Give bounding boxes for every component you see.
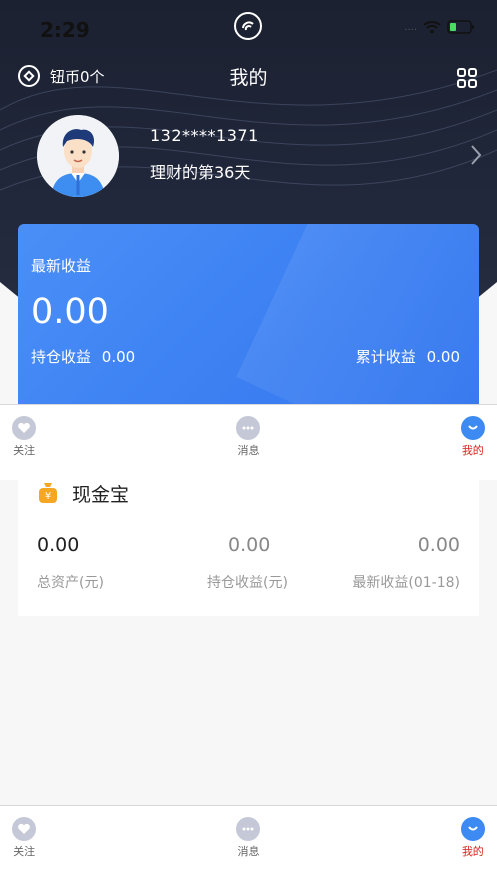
income-card[interactable]: 最新收益 0.00 持仓收益 0.00 累计收益 0.00 [18, 224, 479, 406]
page-title: 我的 [229, 67, 268, 89]
total-assets-label: 总资产(元) [37, 575, 104, 591]
money-bag-icon: ¥ [39, 483, 57, 503]
tab-label: 消息 [237, 845, 260, 858]
tab-follow[interactable]: 关注 [0, 405, 136, 480]
fund-card[interactable]: ¥ 现金宝 0.00 总资产(元) 0.00 持仓收益(元) 0.00 最新收益… [18, 480, 479, 616]
chevron-right-icon[interactable] [469, 144, 483, 166]
profile-icon [460, 817, 485, 841]
avatar-illustration [37, 115, 119, 197]
tab-bar: 关注 消息 我的 [0, 805, 497, 883]
latest-income-label: 最新收益(01-18) [352, 575, 460, 591]
investing-days: 理财的第36天 [150, 163, 251, 182]
tab-label: 消息 [237, 444, 260, 457]
tab-messages[interactable]: 消息 [136, 806, 360, 883]
holding-value: 0.00 [228, 534, 271, 556]
total-income: 累计收益 0.00 [356, 346, 460, 367]
holding-income: 持仓收益 0.00 [31, 346, 135, 367]
chat-icon [236, 817, 261, 841]
tab-label: 我的 [461, 845, 484, 858]
heart-icon [12, 416, 37, 440]
status-time: 2:29 [40, 18, 90, 42]
tab-label: 我的 [461, 444, 484, 457]
holding-value: 0.00 [101, 348, 136, 366]
grid-menu-icon[interactable] [457, 68, 477, 88]
income-value: 0.00 [31, 292, 109, 332]
tab-bar-overlay: 关注 消息 我的 [0, 404, 497, 480]
fund-name: 现金宝 [72, 484, 130, 506]
holding-label: 持仓收益(元) [207, 575, 288, 591]
tab-messages[interactable]: 消息 [136, 405, 360, 480]
battery-icon [447, 20, 474, 34]
app-logo-icon [234, 12, 262, 40]
tab-label: 关注 [13, 845, 36, 858]
wifi-icon [423, 21, 441, 34]
heart-icon [12, 817, 37, 841]
avatar[interactable] [37, 115, 119, 197]
total-label: 累计收益 [355, 348, 416, 366]
tab-label: 关注 [13, 444, 36, 457]
income-label: 最新收益 [31, 257, 92, 275]
tab-mine[interactable]: 我的 [361, 806, 497, 883]
signal-dots: .... [404, 21, 417, 33]
profile-icon [460, 416, 485, 440]
user-phone: 132****1371 [150, 126, 259, 145]
tab-follow[interactable]: 关注 [0, 806, 136, 883]
svg-text:¥: ¥ [45, 491, 51, 502]
status-indicators: .... [404, 20, 475, 34]
holding-label: 持仓收益 [31, 348, 92, 366]
chat-icon [236, 416, 261, 440]
total-assets-value: 0.00 [37, 534, 80, 556]
latest-income-value: 0.00 [417, 534, 460, 556]
total-value: 0.00 [426, 348, 460, 366]
tab-mine[interactable]: 我的 [361, 405, 497, 480]
card-sheen [236, 224, 479, 406]
